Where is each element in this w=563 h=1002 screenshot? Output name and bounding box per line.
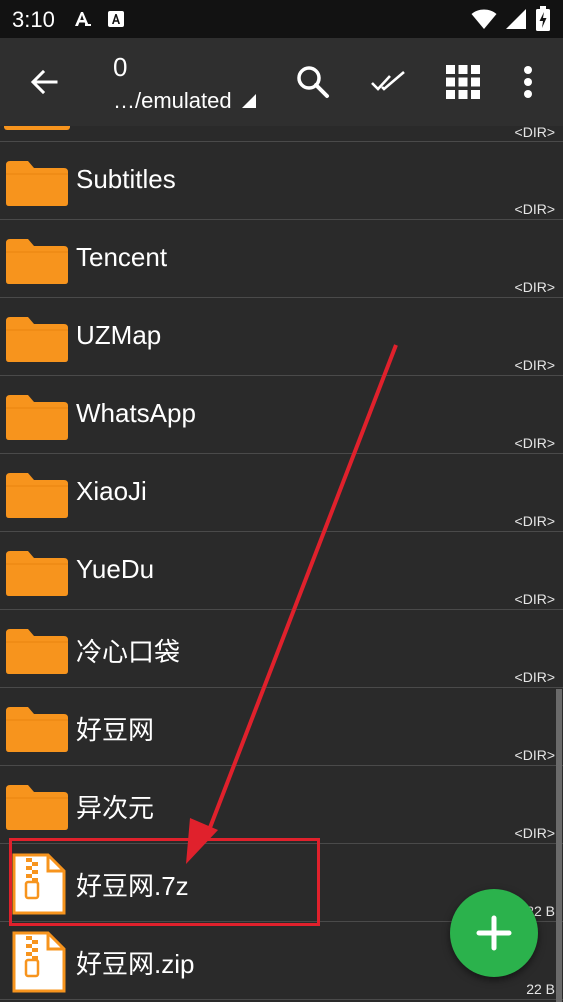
list-item[interactable]: XiaoJi <DIR> xyxy=(0,454,563,532)
list-item-partial[interactable]: <DIR> xyxy=(0,126,563,142)
list-item[interactable]: WhatsApp <DIR> xyxy=(0,376,563,454)
folder-icon xyxy=(6,239,68,284)
folder-icon xyxy=(6,317,68,362)
dropdown-caret-icon xyxy=(241,94,256,108)
folder-icon xyxy=(6,707,68,752)
item-meta: <DIR> xyxy=(514,825,555,841)
list-item[interactable]: UZMap <DIR> xyxy=(0,298,563,376)
select-all-button[interactable] xyxy=(366,60,410,104)
item-name: YueDu xyxy=(76,554,155,584)
status-bar: 3:10 xyxy=(0,0,563,38)
folder-icon xyxy=(4,126,70,130)
item-meta: <DIR> xyxy=(514,126,555,140)
back-button[interactable] xyxy=(16,58,72,106)
path-dropdown[interactable]: …/emulated xyxy=(113,88,256,114)
battery-icon xyxy=(536,6,550,31)
folder-icon xyxy=(6,473,68,518)
list-item[interactable]: Tencent <DIR> xyxy=(0,220,563,298)
double-check-icon xyxy=(371,71,405,91)
item-name: UZMap xyxy=(76,320,162,350)
folder-icon xyxy=(6,395,68,440)
item-name: 好豆网 xyxy=(76,715,155,745)
item-meta: <DIR> xyxy=(514,669,555,685)
list-item[interactable]: 异次元 <DIR> xyxy=(0,766,563,844)
item-name: Tencent xyxy=(76,242,168,272)
more-options-button[interactable] xyxy=(506,60,550,104)
item-meta: <DIR> xyxy=(514,357,555,373)
app-bar: 0 …/emulated xyxy=(0,38,563,126)
folder-icon xyxy=(6,629,68,674)
folder-icon xyxy=(6,551,68,596)
search-icon xyxy=(297,66,329,98)
item-meta: 22 B xyxy=(526,981,555,997)
scrollbar[interactable] xyxy=(556,689,562,1002)
plus-icon xyxy=(476,915,512,951)
signal-icon xyxy=(506,9,526,29)
archive-file-icon xyxy=(12,931,66,993)
grid-view-button[interactable] xyxy=(441,60,485,104)
search-button[interactable] xyxy=(291,60,335,104)
item-name: Subtitles xyxy=(76,164,176,194)
item-name: 好豆网.zip xyxy=(76,949,195,979)
item-meta: <DIR> xyxy=(514,747,555,763)
more-vert-icon xyxy=(524,66,532,98)
item-meta: <DIR> xyxy=(514,513,555,529)
list-item[interactable]: Subtitles <DIR> xyxy=(0,142,563,220)
grid-view-icon xyxy=(446,65,480,99)
status-icons xyxy=(471,6,551,32)
add-fab-button[interactable] xyxy=(450,889,538,977)
item-name: 异次元 xyxy=(76,793,155,823)
back-arrow-icon xyxy=(30,69,58,95)
folder-icon xyxy=(6,161,68,206)
status-time: 3:10 xyxy=(12,7,55,32)
item-meta: <DIR> xyxy=(514,201,555,217)
font-app-icon-2 xyxy=(108,11,124,27)
item-meta: <DIR> xyxy=(514,591,555,607)
item-name: WhatsApp xyxy=(76,398,196,428)
item-meta: <DIR> xyxy=(514,435,555,451)
wifi-icon xyxy=(471,9,497,29)
folder-icon xyxy=(6,785,68,830)
list-item[interactable]: YueDu <DIR> xyxy=(0,532,563,610)
current-path: …/emulated xyxy=(113,88,232,113)
list-item[interactable]: 冷心口袋 <DIR> xyxy=(0,610,563,688)
list-item[interactable]: 好豆网 <DIR> xyxy=(0,688,563,766)
item-meta: <DIR> xyxy=(514,279,555,295)
font-app-icon xyxy=(75,12,91,26)
item-name: 冷心口袋 xyxy=(76,637,181,667)
item-name: XiaoJi xyxy=(76,476,147,506)
annotation-highlight-box xyxy=(9,838,320,926)
selection-count: 0 xyxy=(113,52,128,82)
